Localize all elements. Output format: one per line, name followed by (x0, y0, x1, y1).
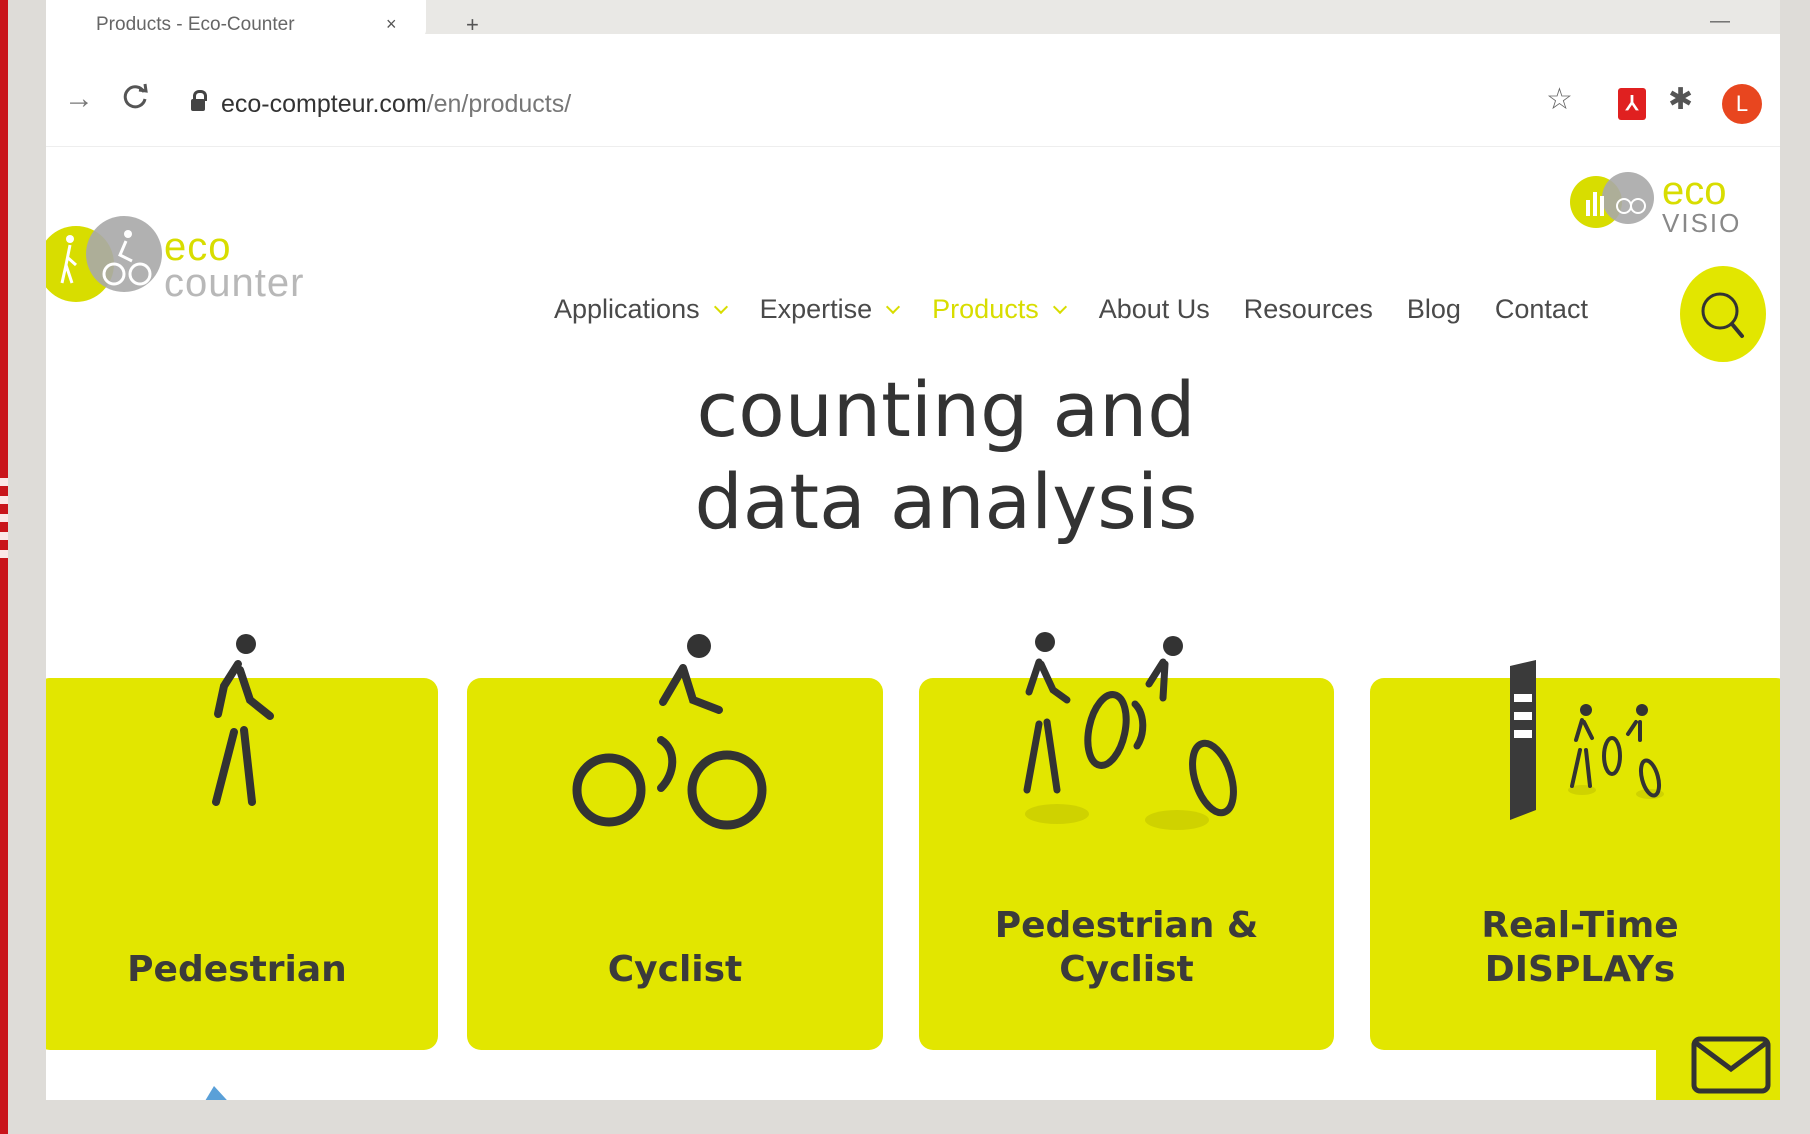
pdf-extension-icon[interactable]: ⅄ (1618, 88, 1646, 120)
nav-item-expertise[interactable]: Expertise (759, 294, 901, 325)
nav-item-resources[interactable]: Resources (1244, 294, 1373, 325)
tab-strip: Products - Eco-Counter × + — (46, 0, 1780, 38)
nav-item-contact[interactable]: Contact (1495, 294, 1588, 325)
product-card-cyclist[interactable]: Cyclist (467, 634, 883, 1050)
search-button[interactable] (1680, 266, 1766, 362)
pedestrian-icon (212, 634, 274, 806)
nav-label: Products (932, 294, 1039, 324)
reload-glyph (123, 83, 148, 109)
card-label: Pedestrian & Cyclist (919, 904, 1334, 992)
browser-tab[interactable]: Products - Eco-Counter × (46, 0, 426, 38)
card-label-line-1: Pedestrian & (994, 905, 1259, 946)
nav-label: About Us (1098, 294, 1210, 324)
frame-bottom-edge (46, 1100, 1780, 1114)
card-label-line-1: Pedestrian (127, 949, 347, 990)
display-totem-icon (1510, 660, 1664, 820)
logo-circles-icon (46, 216, 162, 302)
chevron-down-icon (1052, 299, 1067, 314)
bookmark-star-icon[interactable]: ☆ (1546, 82, 1573, 117)
extensions-puzzle-icon[interactable]: ✱ (1668, 82, 1693, 117)
hero-heading: counting and data analysis (546, 364, 1346, 548)
window-minimize-icon[interactable]: — (1710, 10, 1730, 33)
main-nav: Applications Expertise Products About Us… (554, 294, 1622, 325)
ecovisio-eco: eco (1662, 169, 1727, 213)
nav-item-applications[interactable]: Applications (554, 294, 728, 325)
cyclist-icon (572, 634, 767, 830)
card-label: Pedestrian (46, 948, 438, 992)
logo-wordmark: eco counter (164, 227, 304, 303)
browser-window: → eco-compteur.com /en/products/ ☆ ⅄ ✱ L (46, 34, 1780, 1114)
nav-item-about-us[interactable]: About Us (1099, 294, 1210, 325)
hero-line-2: data analysis (694, 457, 1198, 546)
nav-label: Applications (554, 294, 700, 324)
address-bar[interactable]: eco-compteur.com /en/products/ (191, 84, 1091, 124)
profile-avatar[interactable]: L (1722, 84, 1762, 124)
lock-icon (191, 90, 207, 111)
product-card-pedestrian[interactable]: Pedestrian (46, 634, 438, 1050)
tab-title: Products - Eco-Counter (96, 14, 295, 35)
chevron-down-icon (886, 299, 901, 314)
reload-icon[interactable] (120, 82, 150, 120)
card-label: Real-Time DISPLAYs (1370, 904, 1780, 992)
ecovisio-visio: VISIO (1662, 208, 1742, 238)
nav-item-blog[interactable]: Blog (1407, 294, 1461, 325)
url-path: /en/products/ (426, 89, 572, 118)
logo-counter: counter (164, 261, 305, 305)
tab-close-icon[interactable]: × (386, 14, 397, 35)
search-icon (1701, 292, 1744, 338)
eco-counter-logo[interactable]: eco counter (46, 209, 366, 329)
chevron-down-icon (713, 299, 728, 314)
url-host: eco-compteur.com (221, 89, 427, 118)
card-label-line-2: DISPLAYs (1484, 949, 1676, 990)
forward-icon[interactable]: → (64, 82, 94, 116)
nav-label: Expertise (759, 294, 873, 324)
product-card-real-time-displays[interactable]: Real-Time DISPLAYs (1370, 660, 1780, 1050)
card-label: Cyclist (467, 948, 883, 992)
card-label-line-2: Cyclist (1059, 949, 1194, 990)
nav-label: Blog (1406, 294, 1461, 324)
ecovisio-logo[interactable]: eco VISIO (1566, 164, 1756, 244)
ecovisio-circles-icon (1570, 172, 1654, 228)
pedestrian-cyclist-icon (1023, 632, 1237, 830)
card-label-line-1: Real-Time (1481, 905, 1679, 946)
product-card-pedestrian-cyclist[interactable]: Pedestrian & Cyclist (919, 632, 1334, 1050)
nav-item-products[interactable]: Products (932, 294, 1067, 325)
photo-frame: Products - Eco-Counter × + — → eco-compt… (8, 0, 1810, 1134)
nav-label: Contact (1494, 294, 1588, 324)
hero-line-1: counting and (696, 365, 1196, 454)
card-label-line-1: Cyclist (607, 949, 743, 990)
nav-label: Resources (1243, 294, 1373, 324)
browser-toolbar: → eco-compteur.com /en/products/ ☆ ⅄ ✱ L (46, 38, 1780, 147)
ecovisio-wordmark: eco VISIO (1662, 171, 1742, 238)
